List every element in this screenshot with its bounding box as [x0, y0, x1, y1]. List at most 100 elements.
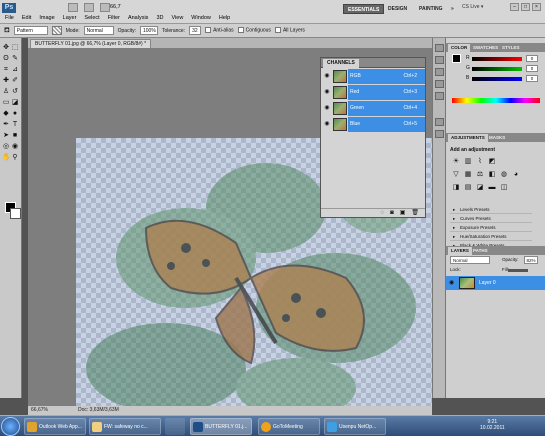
clone-source-panel-icon[interactable]: [435, 130, 444, 138]
tab-swatches[interactable]: SWATCHES: [470, 44, 501, 52]
extras-icon[interactable]: [100, 3, 110, 12]
curves-icon[interactable]: ⌇: [476, 158, 484, 166]
menu-window[interactable]: Window: [191, 15, 211, 21]
photo-filter-icon[interactable]: ◍: [500, 171, 508, 179]
info-panel-icon[interactable]: [435, 68, 444, 76]
start-button[interactable]: [1, 417, 20, 436]
posterize-icon[interactable]: ▤: [464, 184, 472, 192]
quick-select-tool-icon[interactable]: ✎: [11, 55, 19, 63]
opacity-field[interactable]: 100%: [139, 26, 158, 35]
anti-alias-option[interactable]: Anti-alias: [205, 27, 234, 34]
healing-brush-tool-icon[interactable]: ✚: [2, 77, 10, 85]
eraser-tool-icon[interactable]: ▭: [2, 99, 10, 107]
preset-exposure[interactable]: Exposure Presets: [450, 224, 532, 232]
workspace-essentials[interactable]: ESSENTIALS: [343, 4, 385, 14]
3d-camera-tool-icon[interactable]: ◉: [11, 143, 19, 151]
move-tool-icon[interactable]: ✥: [2, 44, 10, 52]
new-channel-icon[interactable]: ▣: [400, 209, 406, 217]
background-color-swatch[interactable]: [10, 208, 21, 219]
slider-track[interactable]: [472, 67, 522, 71]
zoom-level[interactable]: 66,7: [110, 4, 121, 10]
tab-paths[interactable]: PATHS: [470, 247, 491, 255]
exposure-icon[interactable]: ◩: [488, 158, 496, 166]
hand-tool-icon[interactable]: ✋: [2, 154, 11, 162]
channel-row-blue[interactable]: ◉ Blue Ctrl+5: [321, 117, 425, 132]
dodge-tool-icon[interactable]: ●: [11, 110, 19, 118]
delete-channel-icon[interactable]: 🗑: [411, 209, 419, 217]
preset-hue-saturation[interactable]: Hue/Saturation Presets: [450, 233, 532, 241]
path-select-tool-icon[interactable]: ➤: [2, 132, 10, 140]
layer-name[interactable]: Layer 0: [479, 280, 496, 286]
contiguous-checkbox[interactable]: [237, 27, 244, 34]
folder-icon[interactable]: [165, 418, 185, 435]
eye-icon[interactable]: ◉: [323, 73, 331, 80]
eye-icon[interactable]: ◉: [449, 279, 454, 286]
load-selection-icon[interactable]: ◌: [381, 209, 385, 217]
layer-fill-slider[interactable]: [508, 269, 528, 272]
preset-curves[interactable]: Curves Presets: [450, 215, 532, 223]
blur-tool-icon[interactable]: ◆: [2, 110, 10, 118]
menu-image[interactable]: Image: [39, 15, 54, 21]
invert-icon[interactable]: ◨: [452, 184, 460, 192]
menu-select[interactable]: Select: [84, 15, 99, 21]
eye-icon[interactable]: ◉: [323, 89, 331, 96]
hue-saturation-icon[interactable]: ▦: [464, 171, 472, 179]
channel-row-rgb[interactable]: ◉ RGB Ctrl+2: [321, 69, 425, 84]
paragraph-panel-icon[interactable]: [435, 92, 444, 100]
color-spectrum-bar[interactable]: [452, 98, 540, 103]
levels-icon[interactable]: ▥: [464, 158, 472, 166]
save-selection-icon[interactable]: ◙: [390, 209, 394, 217]
menu-file[interactable]: File: [5, 15, 14, 21]
tab-styles[interactable]: STYLES: [499, 44, 523, 52]
mode-select[interactable]: Normal: [83, 26, 114, 35]
tab-color[interactable]: COLOR: [448, 44, 471, 52]
status-zoom[interactable]: 66,67%: [31, 406, 48, 415]
bridge-icon[interactable]: [68, 3, 78, 12]
fill-source-select[interactable]: Pattern: [13, 26, 48, 35]
menu-edit[interactable]: Edit: [22, 15, 31, 21]
taskbar-item-outlook[interactable]: Outlook Web App...: [24, 418, 86, 435]
brightness-icon[interactable]: ☀: [452, 158, 460, 166]
marquee-tool-icon[interactable]: ⬚: [11, 44, 19, 52]
pattern-picker[interactable]: [51, 26, 62, 35]
tolerance-field[interactable]: 32: [189, 26, 202, 35]
slider-value[interactable]: 0: [526, 65, 538, 72]
layer-blend-mode-select[interactable]: Normal: [450, 256, 490, 264]
workspace-painting[interactable]: PAINTING: [415, 4, 447, 14]
black-white-icon[interactable]: ◧: [488, 171, 496, 179]
history-brush-tool-icon[interactable]: ↺: [11, 88, 19, 96]
shape-tool-icon[interactable]: ■: [11, 132, 19, 140]
selective-color-icon[interactable]: ◫: [500, 184, 508, 192]
brush-tool-icon[interactable]: ✐: [11, 77, 19, 85]
minimize-icon[interactable]: –: [510, 3, 519, 11]
maximize-icon[interactable]: □: [521, 3, 530, 11]
tab-masks[interactable]: MASKS: [486, 134, 508, 142]
history-panel-icon[interactable]: [435, 44, 444, 52]
tab-layers[interactable]: LAYERS: [448, 247, 472, 255]
slider-blue[interactable]: B 0: [466, 75, 542, 83]
slider-track[interactable]: [472, 77, 522, 81]
paint-bucket-tool-icon[interactable]: ◪: [11, 99, 19, 107]
slider-red[interactable]: R 0: [466, 55, 542, 63]
paint-bucket-icon[interactable]: ⛾: [4, 26, 10, 35]
mini-bridge-icon[interactable]: [84, 3, 94, 12]
threshold-icon[interactable]: ◪: [476, 184, 484, 192]
actions-panel-icon[interactable]: [435, 56, 444, 64]
type-tool-icon[interactable]: T: [11, 121, 19, 129]
channel-row-red[interactable]: ◉ Red Ctrl+3: [321, 85, 425, 100]
close-icon[interactable]: ×: [532, 3, 541, 11]
vibrance-icon[interactable]: ▽: [452, 171, 460, 179]
preset-levels[interactable]: Levels Presets: [450, 206, 532, 214]
menu-analysis[interactable]: Analysis: [128, 15, 148, 21]
taskbar-item-netop[interactable]: Usenpu NetOp...: [324, 418, 386, 435]
gradient-map-icon[interactable]: ▬: [488, 184, 496, 192]
brush-panel-icon[interactable]: [435, 118, 444, 126]
menu-help[interactable]: Help: [219, 15, 230, 21]
tab-adjustments[interactable]: ADJUSTMENTS: [448, 134, 488, 142]
workspace-design[interactable]: DESIGN: [384, 4, 411, 14]
layer-row[interactable]: ◉ Layer 0: [446, 276, 545, 290]
layer-opacity-field[interactable]: 82%: [524, 256, 538, 264]
all-layers-option[interactable]: All Layers: [274, 27, 305, 34]
contiguous-option[interactable]: Contiguous: [237, 27, 271, 34]
anti-alias-checkbox[interactable]: [205, 27, 212, 34]
